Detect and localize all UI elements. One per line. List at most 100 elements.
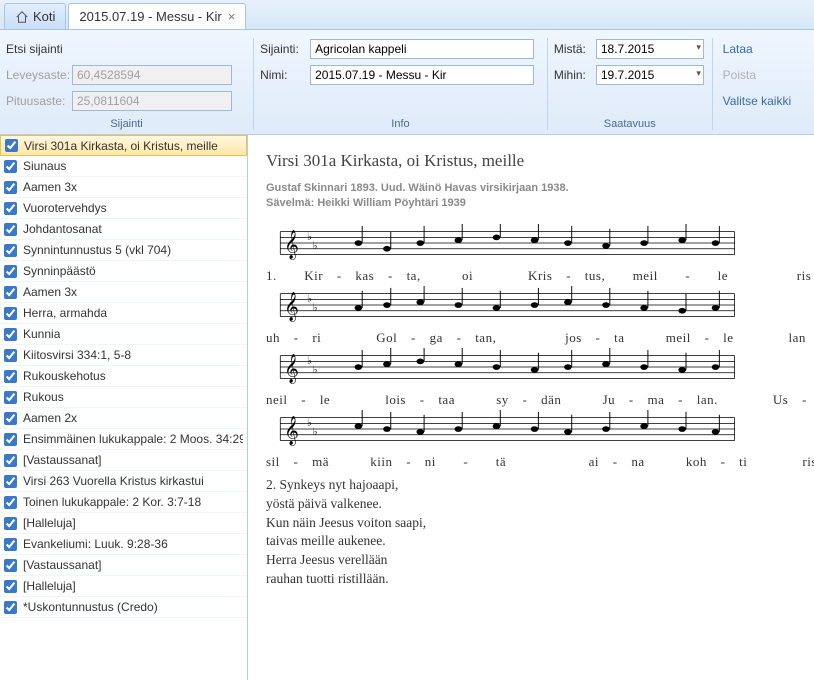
to-label: Mihin: xyxy=(554,68,592,82)
list-item-label: Johdantosanat xyxy=(23,222,102,236)
list-item[interactable]: Kiitosvirsi 334:1, 5-8 xyxy=(0,345,247,366)
content-pane: Virsi 301a Kirkasta, oi Kristus, meille … xyxy=(248,135,814,680)
list-item-label: Vuorotervehdys xyxy=(23,201,107,215)
svg-text:𝄞: 𝄞 xyxy=(284,292,299,321)
svg-text:♭: ♭ xyxy=(313,365,318,376)
list-item[interactable]: Aamen 2x xyxy=(0,408,247,429)
list-item-checkbox[interactable] xyxy=(4,496,17,509)
list-item-label: Kiitosvirsi 334:1, 5-8 xyxy=(23,348,131,362)
list-item-label: [Halleluja] xyxy=(23,579,76,593)
list-item[interactable]: Aamen 3x xyxy=(0,177,247,198)
panel-availability: Mistä: ▾ Mihin: ▾ Saatavuus xyxy=(554,38,713,130)
list-item[interactable]: Rukous xyxy=(0,387,247,408)
list-item-label: Synninpäästö xyxy=(23,264,96,278)
list-item-checkbox[interactable] xyxy=(4,202,17,215)
svg-text:𝄞: 𝄞 xyxy=(284,354,299,383)
list-item[interactable]: Siunaus xyxy=(0,156,247,177)
list-item[interactable]: Aamen 3x xyxy=(0,282,247,303)
song-meta: Gustaf Skinnari 1893. Uud. Wäinö Havas v… xyxy=(266,181,796,212)
list-item[interactable]: Virsi 301a Kirkasta, oi Kristus, meille xyxy=(0,135,247,156)
from-date[interactable] xyxy=(596,39,704,59)
list-item-checkbox[interactable] xyxy=(4,559,17,572)
main-area: Virsi 301a Kirkasta, oi Kristus, meille S… xyxy=(0,135,814,680)
list-item-label: [Halleluja] xyxy=(23,516,76,530)
list-item[interactable]: [Halleluja] xyxy=(0,513,247,534)
list-item-checkbox[interactable] xyxy=(4,286,17,299)
svg-text:♭: ♭ xyxy=(307,294,312,305)
list-item-checkbox[interactable] xyxy=(4,370,17,383)
list-item-checkbox[interactable] xyxy=(4,265,17,278)
list-item[interactable]: Ensimmäinen lukukappale: 2 Moos. 34:29-3… xyxy=(0,429,247,450)
lon-input xyxy=(72,91,232,111)
loc-input[interactable] xyxy=(310,39,534,59)
list-item-label: Rukouskehotus xyxy=(23,369,106,383)
name-input[interactable] xyxy=(310,65,534,85)
list-item[interactable]: *Uskontunnustus (Credo) xyxy=(0,597,247,618)
svg-text:♭: ♭ xyxy=(307,232,312,243)
list-item-checkbox[interactable] xyxy=(5,139,18,152)
list-item[interactable]: Rukouskehotus xyxy=(0,366,247,387)
search-title: Etsi sijainti xyxy=(6,42,63,56)
list-item[interactable]: Toinen lukukappale: 2 Kor. 3:7-18 xyxy=(0,492,247,513)
list-item[interactable]: [Halleluja] xyxy=(0,576,247,597)
list-item[interactable]: [Vastaussanat] xyxy=(0,555,247,576)
list-item[interactable]: Johdantosanat xyxy=(0,219,247,240)
svg-text:♭: ♭ xyxy=(313,303,318,314)
list-item-label: *Uskontunnustus (Credo) xyxy=(23,600,158,614)
name-label: Nimi: xyxy=(260,68,306,82)
list-item-checkbox[interactable] xyxy=(4,391,17,404)
list-item-label: Toinen lukukappale: 2 Kor. 3:7-18 xyxy=(23,495,201,509)
list-item[interactable]: Virsi 263 Vuorella Kristus kirkastui xyxy=(0,471,247,492)
list-item-label: Ensimmäinen lukukappale: 2 Moos. 34:29-3… xyxy=(23,432,243,446)
list-item-checkbox[interactable] xyxy=(4,244,17,257)
from-label: Mistä: xyxy=(554,42,592,56)
list-item-label: Evankeliumi: Luuk. 9:28-36 xyxy=(23,537,168,551)
svg-text:𝄞: 𝄞 xyxy=(284,230,299,259)
lat-input xyxy=(72,65,232,85)
list-item-label: [Vastaussanat] xyxy=(23,453,102,467)
list-item-checkbox[interactable] xyxy=(4,181,17,194)
selectall-button[interactable]: Valitse kaikki xyxy=(719,92,795,110)
list-item-checkbox[interactable] xyxy=(4,475,17,488)
list-item-label: Kunnia xyxy=(23,327,60,341)
tab-bar: Koti 2015.07.19 - Messu - Kir × xyxy=(0,0,814,30)
home-icon xyxy=(15,10,29,24)
list-item-label: Aamen 3x xyxy=(23,285,77,299)
list-item-label: Virsi 263 Vuorella Kristus kirkastui xyxy=(23,474,204,488)
loc-label: Sijainti: xyxy=(260,42,306,56)
list-item-label: Rukous xyxy=(23,390,64,404)
list-item-checkbox[interactable] xyxy=(4,454,17,467)
music-score: 𝄞 ♭♭ 1. Kir - kas - ta, oi Kris - tus, m… xyxy=(266,224,796,468)
lon-label: Pituusaste: xyxy=(6,94,68,108)
list-item[interactable]: Synninpäästö xyxy=(0,261,247,282)
list-item-checkbox[interactable] xyxy=(4,307,17,320)
list-item-checkbox[interactable] xyxy=(4,160,17,173)
list-item-checkbox[interactable] xyxy=(4,580,17,593)
list-item-checkbox[interactable] xyxy=(4,223,17,236)
tab-active[interactable]: 2015.07.19 - Messu - Kir × xyxy=(68,3,246,29)
svg-text:♭: ♭ xyxy=(313,241,318,252)
list-item-label: Aamen 3x xyxy=(23,180,77,194)
to-date[interactable] xyxy=(596,65,704,85)
list-item-label: Virsi 301a Kirkasta, oi Kristus, meille xyxy=(24,139,218,153)
list-item-checkbox[interactable] xyxy=(4,538,17,551)
tab-home-label: Koti xyxy=(33,9,55,24)
list-item-checkbox[interactable] xyxy=(4,601,17,614)
close-icon[interactable]: × xyxy=(228,9,236,24)
list-item-checkbox[interactable] xyxy=(4,517,17,530)
list-item[interactable]: Herra, armahda xyxy=(0,303,247,324)
list-item[interactable]: Synnintunnustus 5 (vkl 704) xyxy=(0,240,247,261)
song-list[interactable]: Virsi 301a Kirkasta, oi Kristus, meille S… xyxy=(0,135,248,680)
list-item-checkbox[interactable] xyxy=(4,349,17,362)
tab-home[interactable]: Koti xyxy=(4,3,66,29)
list-item[interactable]: Vuorotervehdys xyxy=(0,198,247,219)
list-item-checkbox[interactable] xyxy=(4,328,17,341)
load-button[interactable]: Lataa xyxy=(719,40,757,58)
list-item[interactable]: Kunnia xyxy=(0,324,247,345)
list-item-label: Aamen 2x xyxy=(23,411,77,425)
list-item[interactable]: Evankeliumi: Luuk. 9:28-36 xyxy=(0,534,247,555)
list-item-checkbox[interactable] xyxy=(4,412,17,425)
svg-text:♭: ♭ xyxy=(313,427,318,438)
list-item-checkbox[interactable] xyxy=(4,433,17,446)
list-item[interactable]: [Vastaussanat] xyxy=(0,450,247,471)
